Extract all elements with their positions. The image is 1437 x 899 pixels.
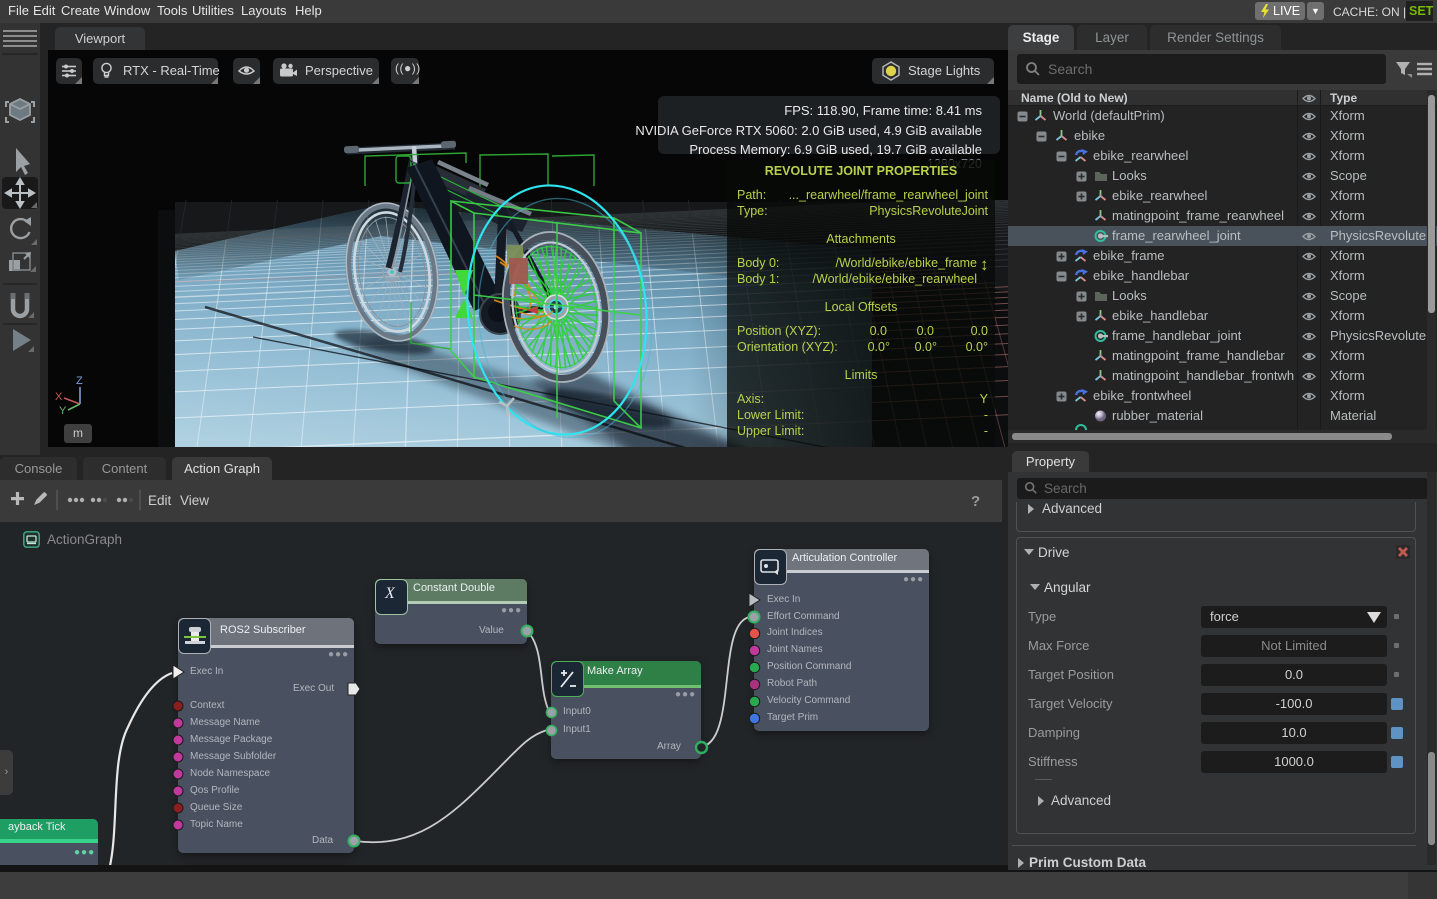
svg-text:X: X <box>55 391 63 403</box>
svg-text:Z: Z <box>76 375 83 387</box>
svg-text:View: View <box>180 493 209 508</box>
svg-text:?: ? <box>971 493 980 510</box>
svg-text:Edit: Edit <box>148 493 172 508</box>
svg-text:Y: Y <box>59 405 67 417</box>
